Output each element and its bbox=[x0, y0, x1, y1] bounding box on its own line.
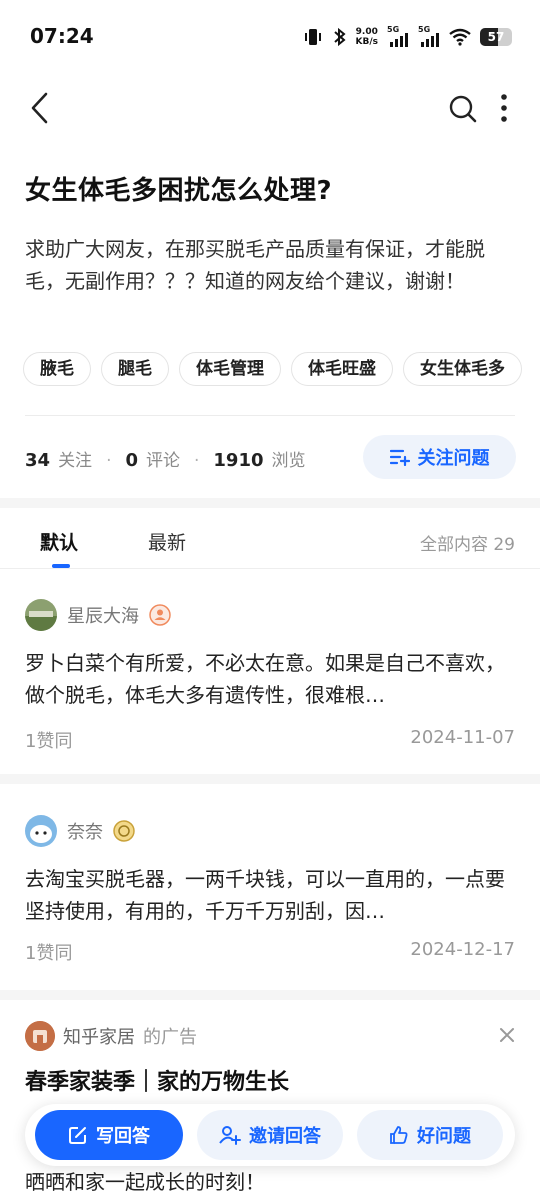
bottom-action-bar: 写回答 邀请回答 好问题 bbox=[25, 1104, 515, 1166]
divider bbox=[0, 568, 540, 569]
edit-icon bbox=[69, 1127, 86, 1144]
battery-indicator: 57 bbox=[480, 28, 512, 46]
top-nav-bar bbox=[0, 80, 540, 136]
good-question-button[interactable]: 好问题 bbox=[357, 1110, 503, 1160]
author-name[interactable]: 奈奈 bbox=[67, 818, 103, 844]
views-label: 浏览 bbox=[271, 451, 306, 471]
total-content-count[interactable]: 全部内容 29 bbox=[420, 530, 515, 555]
comments-label[interactable]: 评论 bbox=[146, 446, 180, 471]
search-icon[interactable] bbox=[448, 94, 478, 124]
answer-likes: 1赞同 bbox=[25, 943, 73, 964]
bluetooth-icon bbox=[333, 27, 346, 47]
avatar[interactable] bbox=[25, 815, 57, 847]
question-description: 求助广大网友，在那买脱毛产品质量有保证，才能脱毛，无副作用？？？知道的网友给个建… bbox=[25, 237, 485, 293]
answer-tabs: 默认 最新 全部内容 29 bbox=[0, 508, 540, 568]
tab-default[interactable]: 默认 bbox=[40, 528, 78, 555]
answer-likes: 1赞同 bbox=[25, 731, 73, 752]
close-icon[interactable] bbox=[498, 1026, 516, 1044]
good-question-label: 好问题 bbox=[417, 1126, 471, 1147]
network-speed-value: 9.00 bbox=[355, 27, 378, 37]
separator-dot: · bbox=[106, 451, 112, 471]
section-separator bbox=[0, 990, 540, 1000]
followers-label: 关注 bbox=[58, 451, 93, 471]
invite-answer-button[interactable]: 邀请回答 bbox=[197, 1110, 343, 1160]
battery-level: 57 bbox=[487, 30, 505, 44]
wifi-icon bbox=[449, 28, 471, 46]
section-separator bbox=[0, 774, 540, 784]
network-speed-unit: KB/s bbox=[355, 37, 378, 47]
invite-answer-label: 邀请回答 bbox=[249, 1126, 321, 1147]
user-badge-icon bbox=[149, 604, 171, 626]
section-separator bbox=[0, 498, 540, 508]
comments-count: 0 bbox=[125, 450, 138, 471]
signal-strength-2: 5G bbox=[418, 25, 440, 47]
ad-title[interactable]: 春季家装季｜家的万物生长 bbox=[25, 1064, 289, 1096]
author-name[interactable]: 星辰大海 bbox=[67, 602, 139, 628]
status-time: 07:24 bbox=[30, 24, 94, 48]
ad-card[interactable]: 知乎家居 的广告 春季家装季｜家的万物生长 晒晒和家一起成长的时刻！ bbox=[0, 1000, 540, 1199]
views-count: 1910 bbox=[213, 450, 264, 471]
more-options-icon[interactable] bbox=[496, 92, 512, 124]
invite-user-icon bbox=[219, 1126, 241, 1145]
topic-tag[interactable]: 女生体毛多 bbox=[403, 352, 522, 386]
follow-question-label: 关注问题 bbox=[417, 448, 490, 469]
ad-brand-logo[interactable] bbox=[25, 1021, 55, 1051]
status-bar: 07:24 9.00 KB/s 5G 5G 57 bbox=[0, 0, 540, 70]
followers-count: 34 bbox=[25, 450, 51, 471]
question-title: 女生体毛多困扰怎么处理? bbox=[25, 176, 333, 206]
answer-date: 2024-11-07 bbox=[410, 727, 515, 748]
answer-excerpt[interactable]: 罗卜白菜个有所爱，不必太在意。如果是自己不喜欢，做个脱毛，体毛大多有遗传性，很难… bbox=[25, 647, 515, 711]
thumbs-up-icon bbox=[390, 1126, 408, 1144]
answer-excerpt[interactable]: 去淘宝买脱毛器，一两千块钱，可以一直用的，一点要坚持使用，有用的，千万千万别刮，… bbox=[25, 863, 515, 927]
signal-2-label: 5G bbox=[418, 25, 431, 34]
topic-tag[interactable]: 腋毛 bbox=[23, 352, 91, 386]
separator-dot: · bbox=[194, 451, 200, 471]
answer-author[interactable]: 星辰大海 bbox=[25, 599, 171, 631]
topic-tag[interactable]: 体毛旺盛 bbox=[291, 352, 393, 386]
status-icons: 9.00 KB/s 5G 5G 57 bbox=[302, 24, 512, 50]
topic-tags: 腋毛 腿毛 体毛管理 体毛旺盛 女生体毛多 bbox=[23, 352, 540, 386]
topic-tag[interactable]: 体毛管理 bbox=[179, 352, 281, 386]
signal-1-label: 5G bbox=[387, 25, 400, 34]
answer-author[interactable]: 奈奈 bbox=[25, 815, 135, 847]
add-list-icon bbox=[389, 449, 410, 466]
write-answer-button[interactable]: 写回答 bbox=[35, 1110, 183, 1160]
question-stats: 34 关注 · 0 评论 · 1910 浏览 bbox=[25, 446, 306, 471]
answer-date: 2024-12-17 bbox=[410, 939, 515, 960]
answer-card[interactable]: 奈奈 去淘宝买脱毛器，一两千块钱，可以一直用的，一点要坚持使用，有用的，千万千万… bbox=[0, 815, 540, 980]
topic-tag[interactable]: 腿毛 bbox=[101, 352, 169, 386]
vibrate-icon bbox=[304, 29, 321, 45]
follow-question-button[interactable]: 关注问题 bbox=[363, 435, 516, 479]
divider bbox=[25, 415, 515, 416]
ad-label: 的广告 bbox=[143, 1027, 197, 1048]
back-arrow-icon[interactable] bbox=[26, 90, 56, 126]
ad-brand-name[interactable]: 知乎家居 bbox=[63, 1023, 135, 1049]
tab-latest[interactable]: 最新 bbox=[148, 528, 186, 555]
write-answer-label: 写回答 bbox=[96, 1126, 150, 1147]
user-badge-icon bbox=[113, 820, 135, 842]
signal-strength-1: 5G bbox=[387, 25, 409, 47]
avatar[interactable] bbox=[25, 599, 57, 631]
network-speed: 9.00 KB/s bbox=[356, 27, 378, 47]
ad-header: 知乎家居 的广告 bbox=[25, 1020, 197, 1052]
ad-text[interactable]: 晒晒和家一起成长的时刻！ bbox=[25, 1166, 265, 1195]
answer-card[interactable]: 星辰大海 罗卜白菜个有所爱，不必太在意。如果是自己不喜欢，做个脱毛，体毛大多有遗… bbox=[0, 599, 540, 764]
